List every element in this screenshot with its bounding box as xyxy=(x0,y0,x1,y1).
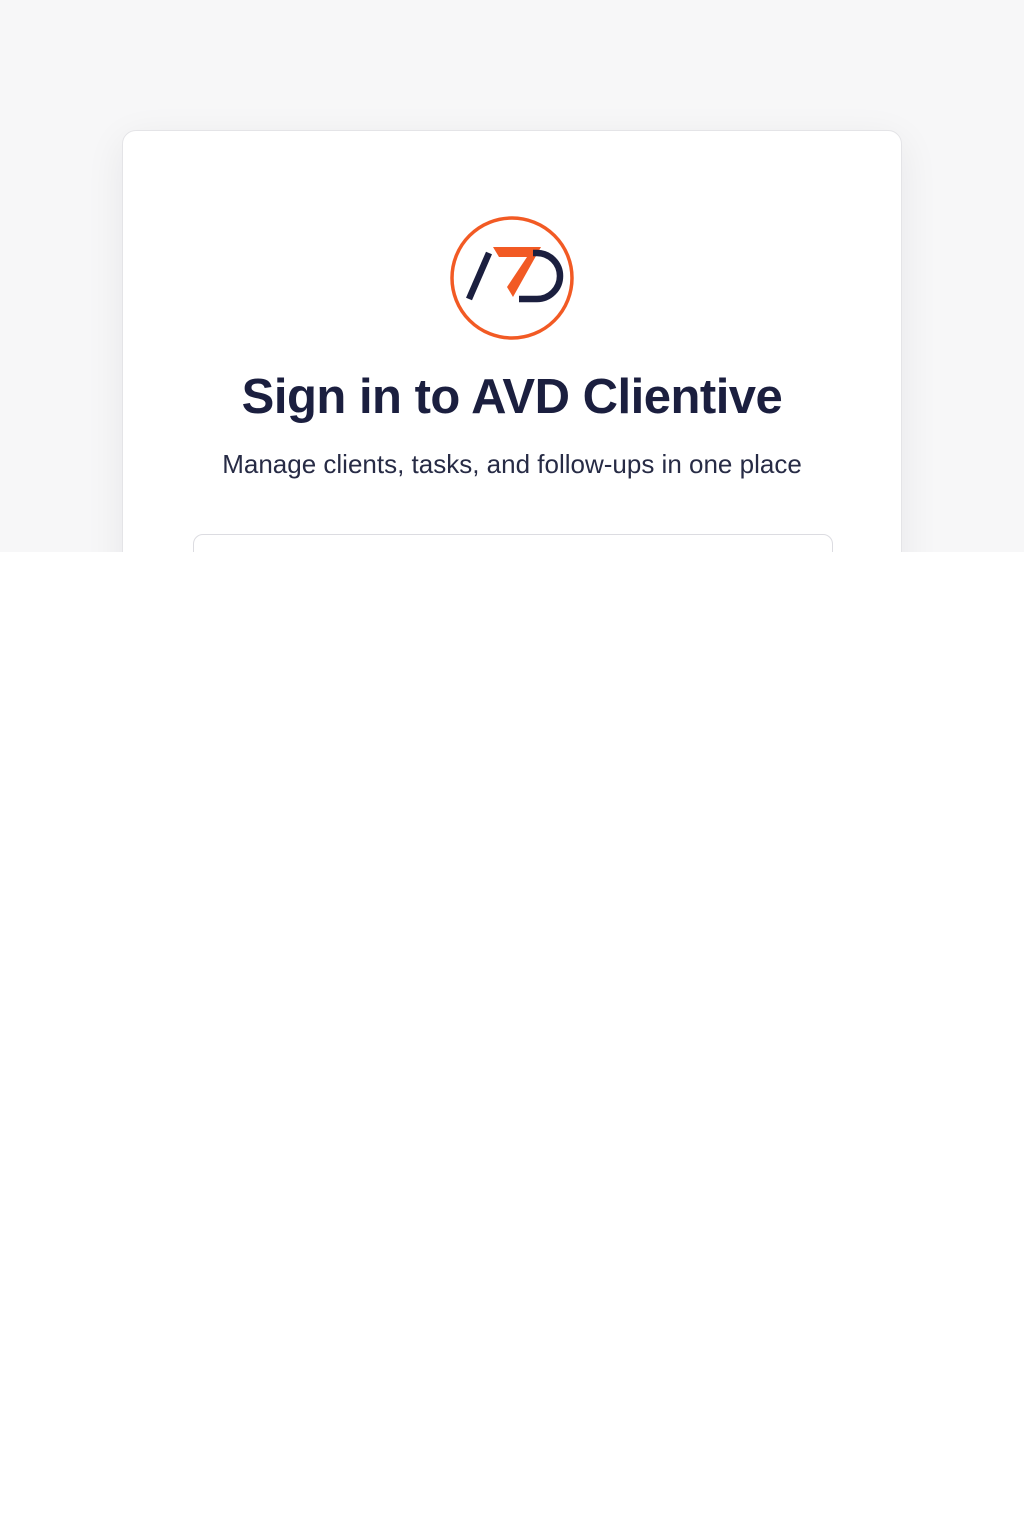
avd-logo-icon xyxy=(449,215,575,341)
logo-mark xyxy=(450,216,574,340)
signin-page: Sign in to AVD Clientive Manage clients,… xyxy=(0,0,1024,1536)
signin-card: Sign in to AVD Clientive Manage clients,… xyxy=(122,130,902,552)
page-subtitle: Manage clients, tasks, and follow-ups in… xyxy=(222,449,802,479)
page-title: Sign in to AVD Clientive xyxy=(241,370,783,424)
page-backdrop: Sign in to AVD Clientive Manage clients,… xyxy=(0,0,1024,552)
signin-form-panel xyxy=(193,534,833,552)
